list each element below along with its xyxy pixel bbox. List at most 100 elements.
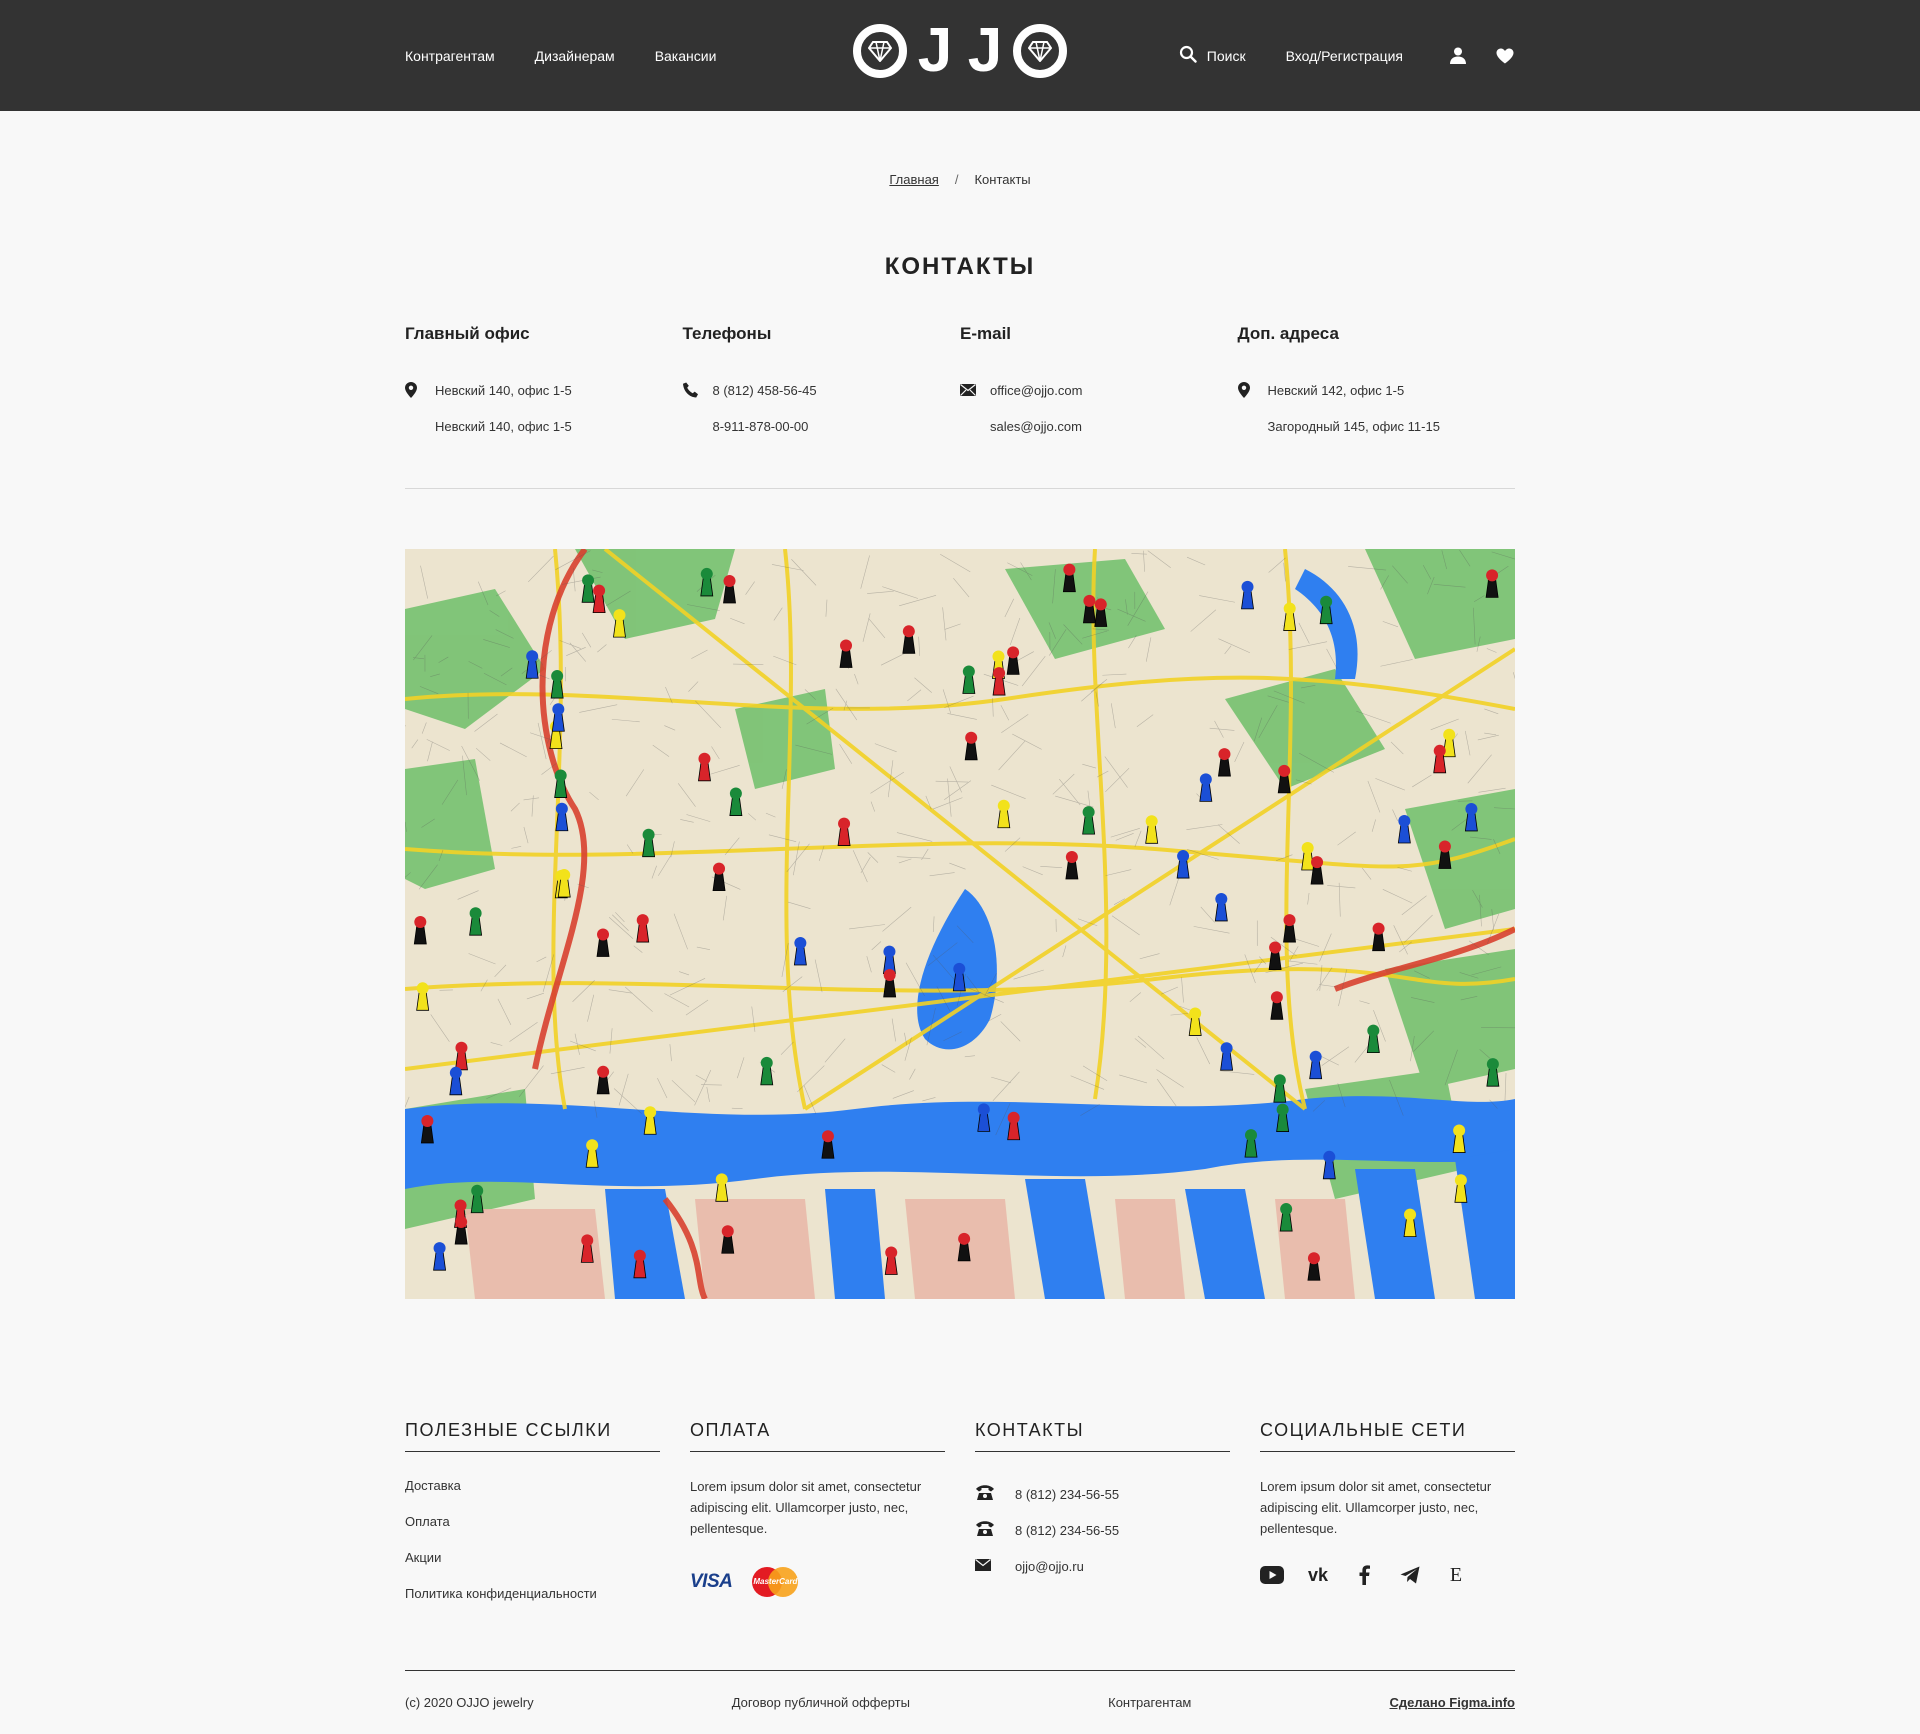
facebook-icon[interactable] — [1352, 1563, 1376, 1587]
office-column: Главный офис Невский 140, офис 1-5 Невск… — [405, 324, 683, 444]
map-pin — [1065, 851, 1079, 880]
map-pin — [760, 1056, 774, 1086]
map-pin — [554, 769, 568, 798]
map-pin — [1486, 1058, 1500, 1087]
etsy-icon[interactable]: E — [1444, 1563, 1468, 1587]
footer-social-title: СОЦИАЛЬНЫЕ СЕТИ — [1260, 1420, 1515, 1452]
public-offer-link[interactable]: Договор публичной офферты — [732, 1695, 910, 1710]
user-icon[interactable] — [1448, 46, 1468, 66]
map-pin — [551, 703, 565, 732]
map-pin — [636, 914, 650, 943]
breadcrumb-current: Контакты — [974, 172, 1031, 187]
footer-payment-column: ОПЛАТА Lorem ipsum dolor sit amet, conse… — [690, 1420, 945, 1620]
email-link[interactable]: sales@ojjo.com — [990, 419, 1082, 434]
extra-address: Загородный 145, офис 11-15 — [1267, 418, 1440, 434]
map-pin — [1007, 1111, 1021, 1141]
map-pin — [997, 799, 1011, 829]
nav-designers-link[interactable]: Дизайнерам — [535, 48, 615, 64]
footer-link-payment[interactable]: Оплата — [405, 1514, 450, 1529]
location-pin-icon — [405, 382, 435, 398]
made-by-link[interactable]: Сделано Figma.info — [1390, 1695, 1515, 1710]
footer-phone-link[interactable]: 8 (812) 234-56-55 — [1015, 1523, 1119, 1538]
footer-divider — [405, 1670, 1515, 1671]
footer-email-link[interactable]: ojjo@ojjo.ru — [1015, 1559, 1084, 1574]
map-pin — [1220, 1042, 1234, 1071]
heart-icon[interactable] — [1495, 46, 1515, 66]
map-pin — [420, 1114, 434, 1144]
vk-icon[interactable]: vk — [1306, 1563, 1330, 1587]
logo[interactable]: J J — [853, 16, 1067, 85]
map-pin — [992, 667, 1006, 696]
youtube-icon[interactable] — [1260, 1563, 1284, 1587]
footer-payment-title: ОПЛАТА — [690, 1420, 945, 1452]
map-pin — [1277, 764, 1291, 794]
office-title: Главный офис — [405, 324, 530, 343]
map-pin — [643, 1106, 657, 1135]
map-pin — [1176, 850, 1190, 879]
mastercard-label: MasterCard — [753, 1577, 798, 1586]
office-address: Невский 140, офис 1-5 — [435, 418, 572, 434]
map-pin — [1094, 598, 1108, 627]
footer-phone-link[interactable]: 8 (812) 234-56-55 — [1015, 1487, 1119, 1502]
map-pin — [416, 982, 430, 1011]
map-pin — [613, 609, 626, 638]
nav-partners-link[interactable]: Контрагентам — [405, 48, 495, 64]
telephone-icon — [975, 1521, 1015, 1539]
map-pin — [1310, 856, 1324, 885]
map-pin — [883, 968, 897, 998]
city-map-image[interactable] — [405, 549, 1515, 1299]
footer-link-privacy[interactable]: Политика конфиденциальности — [405, 1586, 597, 1601]
map-pin — [592, 584, 606, 614]
map-pin — [585, 1139, 599, 1168]
footer-link-delivery[interactable]: Доставка — [405, 1478, 461, 1493]
map-pin — [712, 862, 726, 891]
map-pin — [1145, 815, 1159, 844]
login-link[interactable]: Вход/Регистрация — [1286, 48, 1403, 64]
email-link[interactable]: office@ojjo.com — [990, 383, 1082, 398]
map-pin — [1188, 1007, 1202, 1036]
map-pin — [525, 650, 539, 679]
map-pin — [455, 1041, 468, 1071]
search-button[interactable]: Поиск — [1179, 45, 1246, 66]
footer-social-text: Lorem ipsum dolor sit amet, consectetur … — [1260, 1479, 1492, 1536]
map-pin — [642, 828, 656, 858]
main-nav: Контрагентам Дизайнерам Вакансии — [405, 48, 716, 64]
phones-title: Телефоны — [682, 324, 772, 343]
visa-logo: VISA — [690, 1571, 733, 1592]
extra-addresses-title: Доп. адреса — [1237, 324, 1339, 343]
footer-link-promos[interactable]: Акции — [405, 1550, 441, 1565]
map-pin — [729, 787, 743, 816]
phone-link[interactable]: 8 (812) 458-56-45 — [713, 383, 817, 398]
telephone-icon — [975, 1485, 1015, 1503]
map-pin — [1485, 569, 1499, 598]
map-pin — [902, 625, 916, 654]
location-pin-icon — [1237, 382, 1268, 398]
map-pin — [839, 639, 853, 668]
phone-link[interactable]: 8-911-878-00-00 — [713, 419, 809, 434]
breadcrumb-separator: / — [954, 172, 959, 187]
footer-partners-link[interactable]: Контрагентам — [1108, 1695, 1191, 1710]
search-icon — [1179, 45, 1197, 66]
map-pin — [1283, 914, 1296, 943]
map-pin — [555, 802, 569, 832]
telegram-icon[interactable] — [1398, 1563, 1422, 1587]
footer-links-column: ПОЛЕЗНЫЕ ССЫЛКИ Доставка Оплата Акции По… — [405, 1420, 660, 1620]
map-pin — [1199, 773, 1213, 802]
diamond-icon — [853, 24, 907, 78]
map-pin — [1464, 802, 1478, 832]
footer-bottom-bar: (c) 2020 OJJO jewelry Договор публичной … — [405, 1695, 1515, 1710]
map-pin — [700, 567, 714, 597]
map-pin — [1307, 1252, 1321, 1281]
nav-vacancies-link[interactable]: Вакансии — [655, 48, 717, 64]
map-pin — [1270, 991, 1284, 1020]
map-pin — [454, 1216, 468, 1245]
map-pin — [1082, 806, 1096, 835]
logo-letter: J — [967, 16, 1003, 85]
map-pin — [1366, 1024, 1380, 1054]
map-pin — [433, 1242, 447, 1271]
map-pin — [723, 574, 736, 604]
breadcrumb-home-link[interactable]: Главная — [889, 172, 938, 187]
map-pin — [470, 1184, 484, 1214]
map-pin — [1372, 922, 1386, 952]
map-pin — [1301, 842, 1315, 871]
